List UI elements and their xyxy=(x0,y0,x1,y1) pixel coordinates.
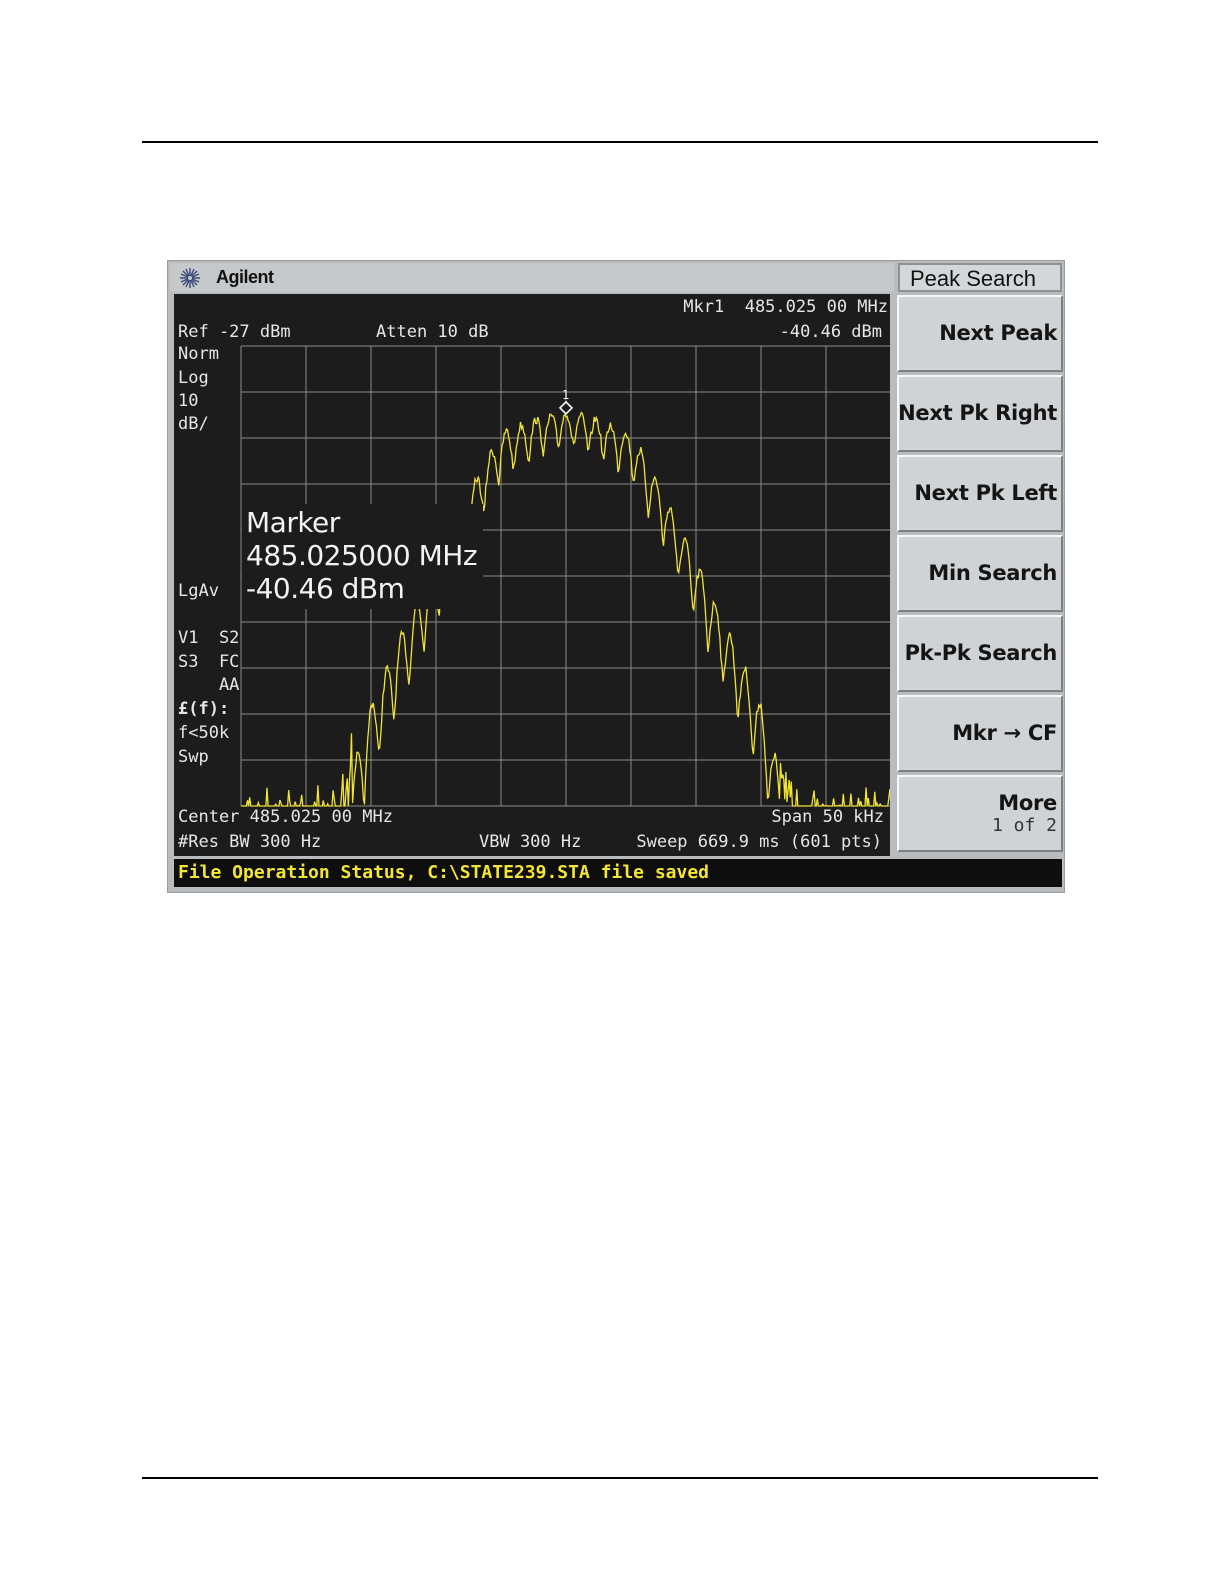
softkey-label: Next Peak xyxy=(939,321,1057,345)
softkey-label: Next Pk Right xyxy=(898,401,1057,425)
resolution-bandwidth: #Res BW 300 Hz xyxy=(178,832,322,852)
annotation-norm: Norm xyxy=(178,344,219,364)
marker-1-diamond xyxy=(558,400,574,416)
softkey-label: Mkr → CF xyxy=(952,721,1057,745)
softkey-label: Min Search xyxy=(928,561,1057,585)
softkey-mkr-to-cf[interactable]: Mkr → CF xyxy=(897,695,1063,772)
title-bar: Agilent xyxy=(170,263,894,292)
annotation-lgav: LgAv xyxy=(178,581,219,601)
marker-info-title: Marker xyxy=(246,506,340,539)
annotation-correction: £(f): xyxy=(178,699,230,719)
softkey-next-peak[interactable]: Next Peak xyxy=(897,295,1063,372)
softkey-more[interactable]: More 1 of 2 xyxy=(897,775,1063,852)
softkey-pk-pk-search[interactable]: Pk-Pk Search xyxy=(897,615,1063,692)
annotation-freq-limit: f<50k xyxy=(178,723,230,743)
softkey-label: Pk-Pk Search xyxy=(904,641,1058,665)
marker-info-box: Marker 485.025000 MHz -40.46 dBm xyxy=(242,504,484,609)
status-message: File Operation Status, C:\STATE239.STA f… xyxy=(178,862,710,883)
annotation-s3-fc: S3 FC xyxy=(178,652,240,672)
marker-info-frequency: 485.025000 MHz xyxy=(246,539,478,572)
sweep-time: Sweep 669.9 ms (601 pts) xyxy=(636,832,882,852)
status-bar: File Operation Status, C:\STATE239.STA f… xyxy=(174,859,1062,887)
softkey-next-pk-left[interactable]: Next Pk Left xyxy=(897,455,1063,532)
video-bandwidth: VBW 300 Hz xyxy=(479,832,582,852)
attenuation: Atten 10 dB xyxy=(376,322,489,342)
reference-level: Ref -27 dBm xyxy=(178,322,291,342)
brand-name: Agilent xyxy=(216,267,274,287)
annotation-scale: 10 xyxy=(178,391,199,411)
span: Span 50 kHz xyxy=(771,807,884,827)
analyzer-screen: 1 Mkr1 485.025 00 MHz -40.46 dBm Ref -27… xyxy=(174,294,890,856)
menu-title-label: Peak Search xyxy=(910,266,1036,291)
marker-info-amplitude: -40.46 dBm xyxy=(246,572,405,605)
center-frequency: Center 485.025 00 MHz xyxy=(178,807,393,827)
marker-1-label: 1 xyxy=(562,388,569,402)
softkey-sublabel: 1 of 2 xyxy=(991,815,1057,836)
marker-readout-amplitude: -40.46 dBm xyxy=(779,322,882,342)
softkey-label: Next Pk Left xyxy=(914,481,1057,505)
annotation-db-per-div: dB/ xyxy=(178,414,209,434)
annotation-log: Log xyxy=(178,368,209,388)
agilent-spark-icon xyxy=(180,268,200,288)
annotation-v1-s2: V1 S2 xyxy=(178,628,240,648)
menu-title: Peak Search xyxy=(898,263,1062,292)
softkey-next-pk-right[interactable]: Next Pk Right xyxy=(897,375,1063,452)
bottom-rule xyxy=(142,1477,1098,1479)
annotation-aa: AA xyxy=(178,675,240,695)
spectrum-analyzer-display: Agilent 1 Mkr1 485.025 00 MHz -40.46 dBm… xyxy=(167,260,1065,893)
softkey-label: More xyxy=(998,791,1057,815)
softkey-min-search[interactable]: Min Search xyxy=(897,535,1063,612)
top-rule xyxy=(142,141,1098,143)
marker-readout-frequency: Mkr1 485.025 00 MHz xyxy=(683,297,888,317)
annotation-swp: Swp xyxy=(178,747,209,767)
